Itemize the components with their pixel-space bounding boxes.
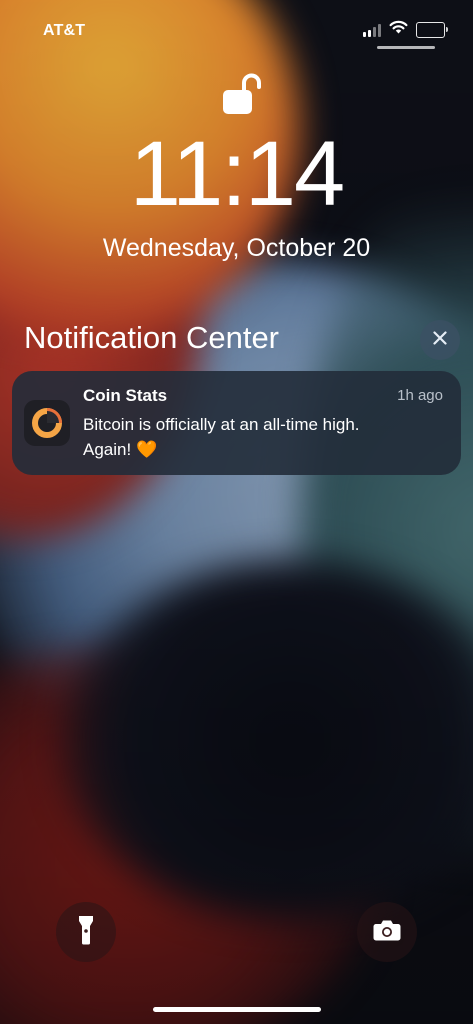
flashlight-icon: [78, 915, 94, 950]
carrier-label: AT&T: [43, 22, 86, 39]
cellular-signal-icon: [363, 23, 381, 37]
camera-icon: [373, 919, 401, 946]
status-bar: AT&T: [0, 0, 473, 60]
wifi-icon: [389, 20, 408, 39]
home-indicator[interactable]: [153, 1007, 321, 1012]
coin-stats-app-icon: [24, 400, 70, 446]
notification-center-title: Notification Center: [24, 320, 280, 355]
battery-icon: [416, 21, 448, 38]
notification-card[interactable]: Coin Stats 1h ago Bitcoin is officially …: [12, 371, 461, 475]
notification-message: Bitcoin is officially at an all-time hig…: [83, 412, 383, 462]
camera-button[interactable]: [357, 902, 417, 962]
unlocked-padlock-icon: [222, 70, 261, 116]
notification-app-name: Coin Stats: [83, 386, 168, 405]
lock-screen-time: 11:14: [129, 123, 345, 225]
lock-screen-date: Wednesday, October 20: [102, 234, 371, 262]
notification-text: Bitcoin is officially at an all-time hig…: [83, 415, 360, 459]
status-icons: [363, 20, 448, 39]
control-center-grabber[interactable]: [377, 46, 435, 49]
notification-timestamp: 1h ago: [397, 387, 443, 404]
close-icon: [433, 330, 447, 350]
flashlight-button[interactable]: [56, 902, 116, 962]
orange-heart-emoji: 🧡: [135, 440, 158, 459]
clear-notifications-button[interactable]: [420, 320, 460, 360]
